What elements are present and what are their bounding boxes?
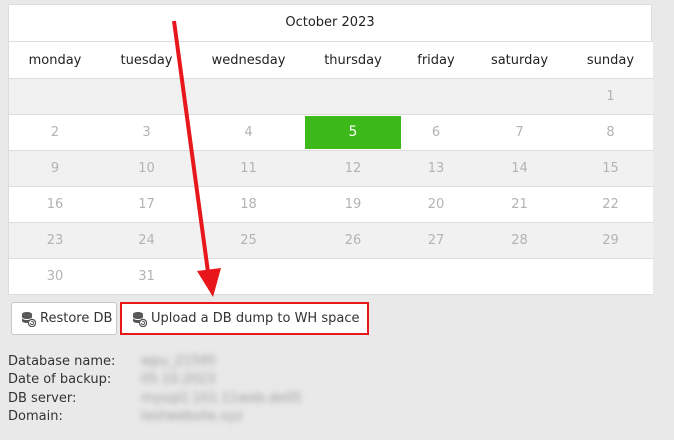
calendar-empty-cell	[305, 78, 401, 115]
calendar-day[interactable]: 23	[9, 222, 101, 259]
calendar-week-row: 16 17 18 19 20 21 22	[9, 186, 653, 223]
restore-db-button[interactable]: Restore DB	[11, 302, 117, 335]
calendar-empty-cell	[305, 258, 401, 294]
calendar-grid: monday tuesday wednesday thursday friday…	[9, 42, 653, 294]
weekday-monday: monday	[9, 42, 101, 79]
calendar-month-title: October 2023	[9, 5, 651, 42]
calendar-day[interactable]: 8	[568, 114, 653, 151]
info-row-db-server: DB server: mysql2.101.11web.de05	[8, 389, 302, 408]
calendar-day[interactable]: 3	[101, 114, 192, 151]
calendar-day[interactable]: 6	[401, 114, 471, 151]
calendar-day[interactable]: 19	[305, 186, 401, 223]
info-value: testwebsite.xyz	[141, 409, 243, 425]
calendar-empty-cell	[401, 258, 471, 294]
calendar-week-row: 2345678	[9, 114, 653, 151]
calendar-empty-cell	[471, 258, 568, 294]
info-label: DB server:	[8, 390, 77, 406]
calendar-day[interactable]: 15	[568, 150, 653, 187]
info-value: 05.10.2023	[141, 372, 216, 388]
calendar-day[interactable]: 10	[101, 150, 192, 187]
calendar-empty-cell	[568, 258, 653, 294]
calendar-day[interactable]: 9	[9, 150, 101, 187]
calendar-empty-cell	[471, 78, 568, 115]
calendar-empty-cell	[192, 78, 305, 115]
weekday-saturday: saturday	[471, 42, 568, 79]
calendar-day[interactable]: 11	[192, 150, 305, 187]
weekday-wednesday: wednesday	[192, 42, 305, 79]
weekday-thursday: thursday	[305, 42, 401, 79]
weekday-tuesday: tuesday	[101, 42, 192, 79]
calendar: October 2023 monday tuesday wednesday th…	[8, 4, 653, 295]
calendar-day-selected[interactable]: 5	[305, 114, 401, 151]
upload-db-dump-label: Upload a DB dump to WH space	[151, 311, 360, 326]
calendar-day[interactable]: 30	[9, 258, 101, 294]
calendar-day[interactable]: 28	[471, 222, 568, 259]
calendar-week-row: 23 24 25 26 27 28 29	[9, 222, 653, 259]
calendar-week-row: 9 10 11 12 13 14 15	[9, 150, 653, 187]
calendar-day[interactable]: 1	[568, 78, 653, 115]
calendar-day[interactable]: 26	[305, 222, 401, 259]
database-restore-icon	[22, 311, 36, 327]
upload-db-dump-button[interactable]: Upload a DB dump to WH space	[120, 302, 369, 335]
restore-db-label: Restore DB	[40, 311, 113, 326]
calendar-week-row: 30 31	[9, 258, 653, 294]
calendar-day[interactable]: 13	[401, 150, 471, 187]
info-label: Database name:	[8, 353, 116, 369]
database-upload-icon	[133, 311, 147, 327]
calendar-day[interactable]: 20	[401, 186, 471, 223]
calendar-day[interactable]: 14	[471, 150, 568, 187]
calendar-day[interactable]: 17	[101, 186, 192, 223]
info-row-domain: Domain: testwebsite.xyz	[8, 408, 302, 427]
calendar-empty-cell	[101, 78, 192, 115]
calendar-day[interactable]: 7	[471, 114, 568, 151]
calendar-day[interactable]: 27	[401, 222, 471, 259]
calendar-day[interactable]: 2	[9, 114, 101, 151]
calendar-day[interactable]: 24	[101, 222, 192, 259]
info-label: Date of backup:	[8, 372, 112, 388]
calendar-day[interactable]: 31	[101, 258, 192, 294]
calendar-day[interactable]: 21	[471, 186, 568, 223]
selected-day-label: 5	[305, 116, 401, 149]
info-label: Domain:	[8, 409, 63, 425]
info-row-date-of-backup: Date of backup: 05.10.2023	[8, 371, 302, 390]
calendar-day[interactable]: 22	[568, 186, 653, 223]
calendar-day[interactable]: 4	[192, 114, 305, 151]
info-value: wpu_21595	[141, 353, 216, 369]
calendar-week-row: 1	[9, 78, 653, 115]
info-value: mysql2.101.11web.de05	[141, 390, 302, 406]
calendar-day[interactable]: 12	[305, 150, 401, 187]
calendar-empty-cell	[401, 78, 471, 115]
weekday-header-row: monday tuesday wednesday thursday friday…	[9, 42, 653, 79]
calendar-day[interactable]: 16	[9, 186, 101, 223]
calendar-empty-cell	[9, 78, 101, 115]
calendar-empty-cell	[192, 258, 305, 294]
weekday-sunday: sunday	[568, 42, 653, 79]
calendar-day[interactable]: 25	[192, 222, 305, 259]
calendar-day[interactable]: 18	[192, 186, 305, 223]
backup-info: Database name: wpu_21595 Date of backup:…	[8, 352, 302, 426]
calendar-day[interactable]: 29	[568, 222, 653, 259]
weekday-friday: friday	[401, 42, 471, 79]
info-row-database-name: Database name: wpu_21595	[8, 352, 302, 371]
